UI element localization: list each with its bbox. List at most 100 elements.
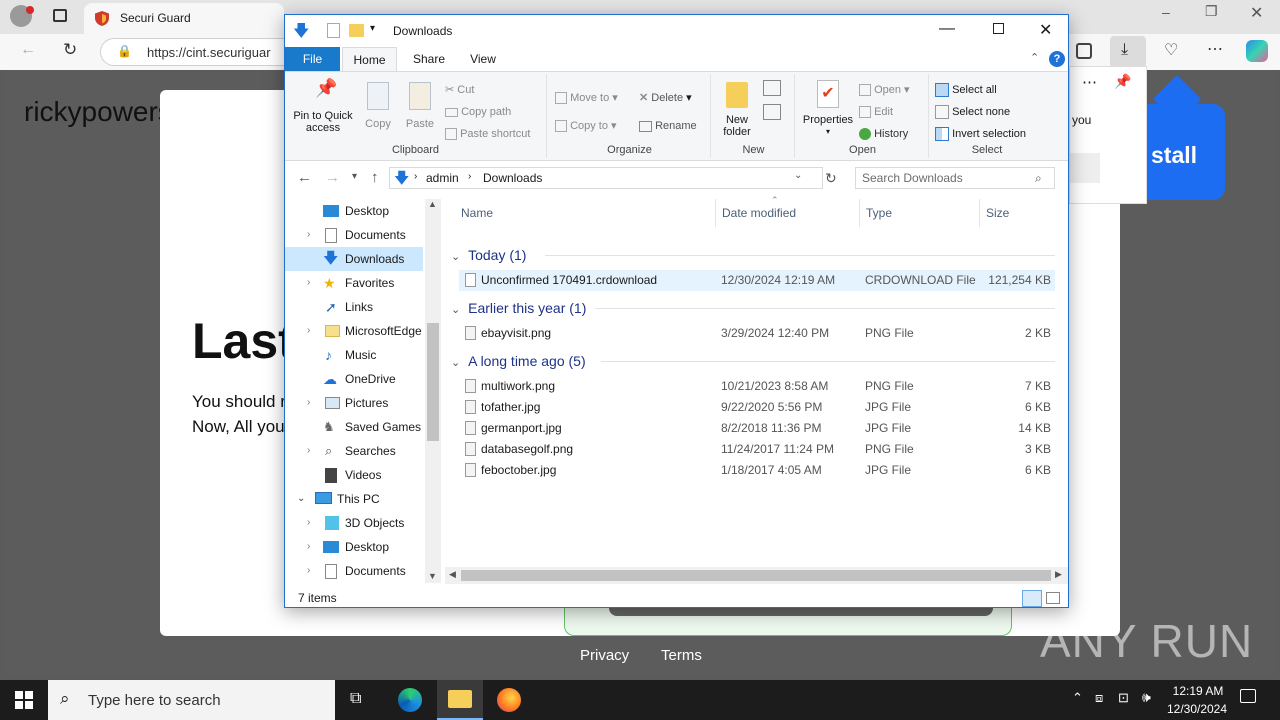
tab-file[interactable]: File xyxy=(285,47,340,71)
table-row[interactable]: databasegolf.png 11/24/2017 11:24 PM PNG… xyxy=(459,439,1055,460)
scroll-left-icon[interactable]: ◀ xyxy=(449,569,456,580)
tray-volume-icon[interactable]: 🕪 xyxy=(1142,689,1151,706)
close-icon[interactable]: ✕ xyxy=(1250,3,1263,23)
nav-saved-games[interactable]: ♞ Saved Games xyxy=(285,415,425,439)
table-row[interactable]: ebayvisit.png 3/29/2024 12:40 PM PNG Fil… xyxy=(459,323,1055,344)
table-row[interactable]: multiwork.png 10/21/2023 8:58 AM PNG Fil… xyxy=(459,376,1055,397)
clock-date[interactable]: 12/30/2024 xyxy=(1162,702,1232,716)
nav-videos[interactable]: Videos xyxy=(285,463,425,487)
refresh-icon[interactable]: ↻ xyxy=(63,40,77,60)
breadcrumb-admin[interactable]: admin xyxy=(426,171,459,185)
tray-chevron-icon[interactable]: ⌃ xyxy=(1072,690,1083,706)
large-icons-view-icon[interactable] xyxy=(1046,592,1060,604)
rename-button[interactable]: Rename xyxy=(639,116,697,136)
column-size[interactable]: Size xyxy=(986,199,1009,227)
column-date[interactable]: Date modified xyxy=(722,199,796,227)
scroll-right-icon[interactable]: ▶ xyxy=(1055,569,1062,580)
nav-onedrive[interactable]: ☁ OneDrive xyxy=(285,367,425,391)
nav-microsoftedge[interactable]: › MicrosoftEdge xyxy=(285,319,425,343)
table-row[interactable]: germanport.jpg 8/2/2018 11:36 PM JPG Fil… xyxy=(459,418,1055,439)
minimize-icon[interactable]: — xyxy=(939,20,955,38)
select-none-button[interactable]: Select none xyxy=(935,102,1010,122)
cut-button[interactable]: ✂ Cut xyxy=(445,80,474,100)
details-view-icon[interactable] xyxy=(1022,590,1042,607)
expand-icon[interactable]: › xyxy=(307,271,310,295)
nav-documents-pc[interactable]: › Documents xyxy=(285,559,425,583)
search-input[interactable]: Search Downloads xyxy=(855,167,1055,189)
scroll-up-icon[interactable]: ▲ xyxy=(428,199,437,209)
expand-icon[interactable]: › xyxy=(307,439,310,463)
nav-3d-objects[interactable]: › 3D Objects xyxy=(285,511,425,535)
start-icon[interactable] xyxy=(15,691,33,709)
collapse-icon[interactable]: ⌄ xyxy=(297,487,305,511)
forward-icon[interactable]: → xyxy=(325,169,340,186)
tab-actions-icon[interactable] xyxy=(53,9,67,22)
properties-button[interactable]: ✔ Properties ▾ xyxy=(799,80,857,138)
firefox-icon[interactable] xyxy=(497,688,521,712)
expand-icon[interactable]: › xyxy=(307,319,310,343)
folder-qat-icon[interactable] xyxy=(349,24,364,37)
expand-icon[interactable]: › xyxy=(307,223,310,247)
collections-icon[interactable] xyxy=(1076,43,1092,59)
select-all-button[interactable]: Select all xyxy=(935,80,997,100)
nav-searches[interactable]: › ⌕ Searches xyxy=(285,439,425,463)
tray-ethernet-icon[interactable]: ⊡ xyxy=(1118,690,1129,706)
nav-desktop-pc[interactable]: › Desktop xyxy=(285,535,425,559)
minimize-icon[interactable]: – xyxy=(1162,4,1170,20)
back-icon[interactable]: ← xyxy=(20,41,36,59)
back-icon[interactable]: ← xyxy=(297,169,312,186)
nav-scrollbar[interactable]: ▲ ▼ xyxy=(425,199,441,583)
maximize-icon[interactable] xyxy=(993,23,1004,34)
copy-button[interactable]: Copy xyxy=(359,82,397,130)
task-view-icon[interactable]: ⧉ xyxy=(350,690,361,708)
nav-favorites[interactable]: › ★ Favorites xyxy=(285,271,425,295)
tab-home[interactable]: Home xyxy=(342,47,397,71)
install-button[interactable]: stall xyxy=(1147,104,1225,200)
nav-documents[interactable]: › Documents xyxy=(285,223,425,247)
file-explorer-taskbar-button[interactable] xyxy=(437,680,483,720)
more-icon[interactable]: ⋯ xyxy=(1207,39,1223,59)
address-bar[interactable]: 🡇 › admin › Downloads ⌄ xyxy=(389,167,823,189)
history-button[interactable]: History xyxy=(859,124,908,144)
edit-button[interactable]: Edit xyxy=(859,102,893,122)
new-folder-button[interactable]: New folder xyxy=(717,82,757,138)
help-icon[interactable]: ? xyxy=(1049,51,1065,67)
invert-selection-button[interactable]: Invert selection xyxy=(935,124,1026,144)
url-bar[interactable]: 🔒 https://cint.securiguar xyxy=(100,38,300,66)
copy-path-button[interactable]: Copy path xyxy=(445,102,511,122)
pin-quick-access-button[interactable]: 📌 Pin to Quick access xyxy=(289,79,357,134)
table-row[interactable]: Unconfirmed 170491.crdownload 12/30/2024… xyxy=(459,270,1055,291)
expand-icon[interactable]: › xyxy=(307,391,310,415)
copilot-icon[interactable] xyxy=(1246,40,1268,62)
recent-locations-icon[interactable]: ▾ xyxy=(352,171,357,182)
open-button[interactable]: Open ▾ xyxy=(859,80,910,100)
downloads-button[interactable]: ⤓ xyxy=(1110,36,1146,68)
nav-this-pc[interactable]: ⌄ This PC xyxy=(285,487,425,511)
edge-icon[interactable] xyxy=(398,688,422,712)
expand-icon[interactable]: › xyxy=(307,559,310,583)
scroll-thumb[interactable] xyxy=(427,323,439,441)
delete-button[interactable]: ✕ Delete ▾ xyxy=(639,88,692,108)
restore-icon[interactable]: ❐ xyxy=(1205,3,1218,20)
nav-downloads[interactable]: 🡇 Downloads xyxy=(285,247,423,271)
taskbar-search[interactable]: ⌕ Type here to search xyxy=(48,680,335,720)
table-row[interactable]: tofather.jpg 9/22/2020 5:56 PM JPG File … xyxy=(459,397,1055,418)
tab-share[interactable]: Share xyxy=(403,47,455,71)
horizontal-scrollbar[interactable]: ◀ ▶ xyxy=(445,567,1068,584)
collapse-ribbon-icon[interactable]: ⌃ xyxy=(1030,51,1039,64)
browser-tab[interactable]: Securi Guard xyxy=(84,3,284,34)
close-icon[interactable]: ✕ xyxy=(1039,20,1052,40)
paste-shortcut-button[interactable]: Paste shortcut xyxy=(445,124,530,144)
terms-link[interactable]: Terms xyxy=(661,647,702,664)
nav-links[interactable]: ➚ Links xyxy=(285,295,425,319)
scroll-down-icon[interactable]: ▼ xyxy=(428,571,437,581)
nav-pictures[interactable]: › Pictures xyxy=(285,391,425,415)
qat-dropdown-icon[interactable]: ▾ xyxy=(370,23,375,34)
health-icon[interactable]: ♡ xyxy=(1164,40,1178,60)
up-icon[interactable]: ↑ xyxy=(371,169,379,186)
refresh-icon[interactable]: ↻ xyxy=(825,170,843,190)
table-row[interactable]: feboctober.jpg 1/18/2017 4:05 AM JPG Fil… xyxy=(459,460,1055,481)
clock-time[interactable]: 12:19 AM xyxy=(1168,684,1228,698)
move-to-button[interactable]: Move to ▾ xyxy=(555,88,618,108)
notifications-icon[interactable] xyxy=(1240,689,1256,703)
